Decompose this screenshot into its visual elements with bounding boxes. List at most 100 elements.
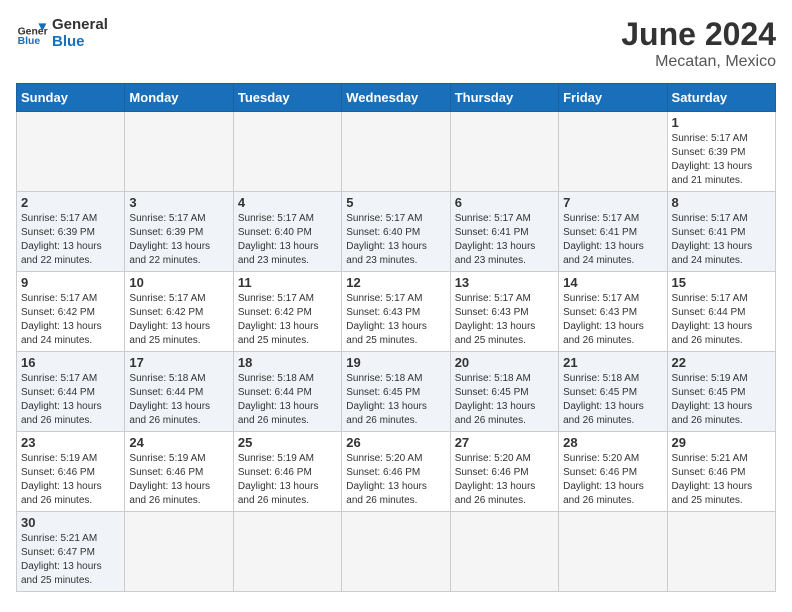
day-number: 13 [455,275,554,290]
day-number: 19 [346,355,445,370]
calendar-day-cell: 11 Sunrise: 5:17 AM Sunset: 6:42 PM Dayli… [233,272,341,352]
day-number: 29 [672,435,771,450]
calendar-day-cell: 10 Sunrise: 5:17 AM Sunset: 6:42 PM Dayli… [125,272,233,352]
calendar-day-cell: 4Sunrise: 5:17 AM Sunset: 6:40 PM Daylig… [233,192,341,272]
svg-text:Blue: Blue [18,36,41,47]
day-info: Sunrise: 5:18 AM Sunset: 6:45 PM Dayligh… [346,372,445,428]
day-info: Sunrise: 5:20 AM Sunset: 6:46 PM Dayligh… [563,452,662,508]
calendar-day-cell: 26 Sunrise: 5:20 AM Sunset: 6:46 PM Dayli… [342,432,450,512]
day-info: Sunrise: 5:17 AM Sunset: 6:42 PM Dayligh… [129,292,228,348]
day-info: Sunrise: 5:19 AM Sunset: 6:45 PM Dayligh… [672,372,771,428]
day-number: 9 [21,275,120,290]
calendar-day-cell: 23Sunrise: 5:19 AM Sunset: 6:46 PM Dayli… [17,432,125,512]
day-number: 17 [129,355,228,370]
day-number: 28 [563,435,662,450]
day-info: Sunrise: 5:19 AM Sunset: 6:46 PM Dayligh… [129,452,228,508]
weekday-header-row: SundayMondayTuesdayWednesdayThursdayFrid… [17,84,776,112]
calendar-day-cell [667,512,775,592]
day-info: Sunrise: 5:17 AM Sunset: 6:39 PM Dayligh… [129,212,228,268]
calendar-day-cell: 1Sunrise: 5:17 AM Sunset: 6:39 PM Daylig… [667,112,775,192]
calendar-day-cell: 24 Sunrise: 5:19 AM Sunset: 6:46 PM Dayli… [125,432,233,512]
calendar-day-cell: 27 Sunrise: 5:20 AM Sunset: 6:46 PM Dayli… [450,432,558,512]
calendar-day-cell [559,512,667,592]
day-info: Sunrise: 5:20 AM Sunset: 6:46 PM Dayligh… [346,452,445,508]
logo-general-text: General [52,16,108,33]
day-number: 5 [346,195,445,210]
logo: General Blue General Blue [16,16,108,50]
weekday-header-tuesday: Tuesday [233,84,341,112]
calendar-week-row: 2Sunrise: 5:17 AM Sunset: 6:39 PM Daylig… [17,192,776,272]
day-number: 20 [455,355,554,370]
day-number: 10 [129,275,228,290]
calendar-day-cell: 21 Sunrise: 5:18 AM Sunset: 6:45 PM Dayli… [559,352,667,432]
calendar-day-cell: 3 Sunrise: 5:17 AM Sunset: 6:39 PM Daylig… [125,192,233,272]
day-info: Sunrise: 5:17 AM Sunset: 6:43 PM Dayligh… [346,292,445,348]
weekday-header-friday: Friday [559,84,667,112]
logo-blue-text: Blue [52,33,108,50]
calendar-day-cell [125,112,233,192]
day-number: 7 [563,195,662,210]
day-info: Sunrise: 5:17 AM Sunset: 6:41 PM Dayligh… [455,212,554,268]
calendar-day-cell [450,112,558,192]
day-info: Sunrise: 5:18 AM Sunset: 6:44 PM Dayligh… [129,372,228,428]
calendar-day-cell: 20 Sunrise: 5:18 AM Sunset: 6:45 PM Dayli… [450,352,558,432]
day-number: 21 [563,355,662,370]
day-number: 8 [672,195,771,210]
day-number: 24 [129,435,228,450]
calendar-day-cell: 19 Sunrise: 5:18 AM Sunset: 6:45 PM Dayli… [342,352,450,432]
day-info: Sunrise: 5:17 AM Sunset: 6:39 PM Dayligh… [21,212,120,268]
day-number: 12 [346,275,445,290]
day-info: Sunrise: 5:17 AM Sunset: 6:42 PM Dayligh… [21,292,120,348]
day-number: 16 [21,355,120,370]
calendar-day-cell [450,512,558,592]
weekday-header-saturday: Saturday [667,84,775,112]
day-info: Sunrise: 5:18 AM Sunset: 6:45 PM Dayligh… [563,372,662,428]
day-number: 14 [563,275,662,290]
weekday-header-sunday: Sunday [17,84,125,112]
day-info: Sunrise: 5:17 AM Sunset: 6:44 PM Dayligh… [672,292,771,348]
calendar-day-cell [125,512,233,592]
calendar-day-cell: 8Sunrise: 5:17 AM Sunset: 6:41 PM Daylig… [667,192,775,272]
day-info: Sunrise: 5:17 AM Sunset: 6:44 PM Dayligh… [21,372,120,428]
day-number: 26 [346,435,445,450]
calendar-day-cell [17,112,125,192]
calendar-day-cell [233,512,341,592]
day-number: 25 [238,435,337,450]
day-number: 15 [672,275,771,290]
day-info: Sunrise: 5:21 AM Sunset: 6:47 PM Dayligh… [21,532,120,588]
calendar-week-row: 23Sunrise: 5:19 AM Sunset: 6:46 PM Dayli… [17,432,776,512]
day-info: Sunrise: 5:20 AM Sunset: 6:46 PM Dayligh… [455,452,554,508]
day-info: Sunrise: 5:17 AM Sunset: 6:40 PM Dayligh… [346,212,445,268]
calendar-day-cell: 5 Sunrise: 5:17 AM Sunset: 6:40 PM Daylig… [342,192,450,272]
calendar-week-row: 9 Sunrise: 5:17 AM Sunset: 6:42 PM Daylig… [17,272,776,352]
month-year-label: June 2024 [621,16,776,53]
calendar-week-row: 16 Sunrise: 5:17 AM Sunset: 6:44 PM Dayli… [17,352,776,432]
calendar-day-cell: 29Sunrise: 5:21 AM Sunset: 6:46 PM Dayli… [667,432,775,512]
calendar-day-cell: 25Sunrise: 5:19 AM Sunset: 6:46 PM Dayli… [233,432,341,512]
calendar-table: SundayMondayTuesdayWednesdayThursdayFrid… [16,83,776,592]
weekday-header-thursday: Thursday [450,84,558,112]
calendar-day-cell: 18Sunrise: 5:18 AM Sunset: 6:44 PM Dayli… [233,352,341,432]
calendar-day-cell: 16 Sunrise: 5:17 AM Sunset: 6:44 PM Dayli… [17,352,125,432]
day-info: Sunrise: 5:17 AM Sunset: 6:43 PM Dayligh… [455,292,554,348]
logo-icon: General Blue [16,17,48,49]
day-info: Sunrise: 5:19 AM Sunset: 6:46 PM Dayligh… [21,452,120,508]
calendar-day-cell [342,112,450,192]
calendar-day-cell: 22 Sunrise: 5:19 AM Sunset: 6:45 PM Dayli… [667,352,775,432]
day-number: 18 [238,355,337,370]
calendar-day-cell: 2Sunrise: 5:17 AM Sunset: 6:39 PM Daylig… [17,192,125,272]
calendar-day-cell [342,512,450,592]
day-number: 22 [672,355,771,370]
day-number: 27 [455,435,554,450]
location-label: Mecatan, Mexico [621,53,776,71]
calendar-week-row: 1Sunrise: 5:17 AM Sunset: 6:39 PM Daylig… [17,112,776,192]
calendar-day-cell: 6Sunrise: 5:17 AM Sunset: 6:41 PM Daylig… [450,192,558,272]
day-number: 3 [129,195,228,210]
calendar-day-cell [559,112,667,192]
day-number: 11 [238,275,337,290]
calendar-day-cell: 9 Sunrise: 5:17 AM Sunset: 6:42 PM Daylig… [17,272,125,352]
calendar-day-cell: 7Sunrise: 5:17 AM Sunset: 6:41 PM Daylig… [559,192,667,272]
calendar-day-cell: 28 Sunrise: 5:20 AM Sunset: 6:46 PM Dayli… [559,432,667,512]
day-info: Sunrise: 5:18 AM Sunset: 6:45 PM Dayligh… [455,372,554,428]
day-info: Sunrise: 5:17 AM Sunset: 6:42 PM Dayligh… [238,292,337,348]
